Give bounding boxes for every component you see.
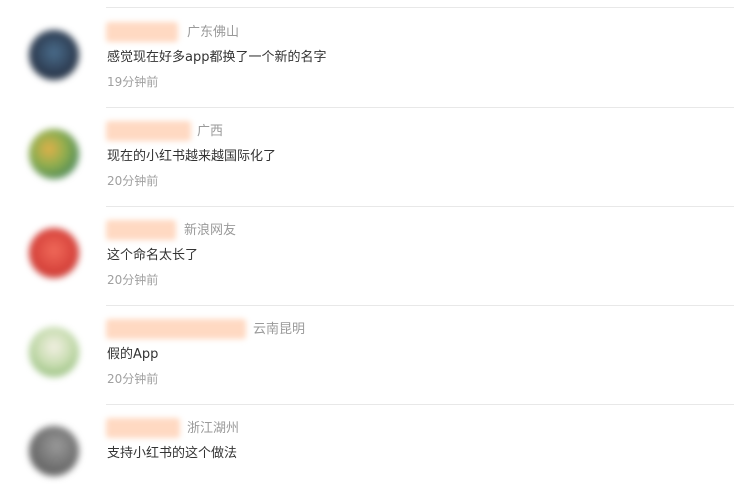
comment-timestamp: 20分钟前 bbox=[107, 273, 159, 287]
avatar[interactable] bbox=[29, 30, 79, 80]
avatar[interactable] bbox=[29, 327, 79, 377]
divider bbox=[106, 7, 734, 8]
comment-timestamp: 20分钟前 bbox=[107, 174, 159, 188]
location-label: 广东佛山 bbox=[187, 25, 240, 40]
comment-item: 广西 现在的小红书越来越国际化了 20分钟前 bbox=[0, 108, 734, 207]
location-label: 新浪网友 bbox=[184, 223, 237, 238]
comment-item: 云南昆明 假的App 20分钟前 bbox=[0, 306, 734, 405]
username-blurred[interactable] bbox=[106, 220, 176, 240]
comment-item: 广东佛山 感觉现在好多app都换了一个新的名字 19分钟前 bbox=[0, 9, 734, 108]
username-blurred[interactable] bbox=[106, 121, 191, 141]
location-label: 浙江湖州 bbox=[187, 421, 240, 436]
avatar[interactable] bbox=[29, 228, 79, 278]
comment-text: 支持小红书的这个做法 bbox=[107, 446, 238, 461]
comment-text: 这个命名太长了 bbox=[107, 248, 199, 263]
username-blurred[interactable] bbox=[106, 319, 246, 339]
username-blurred[interactable] bbox=[106, 418, 180, 438]
comment-text: 假的App bbox=[107, 347, 159, 362]
avatar[interactable] bbox=[29, 426, 79, 476]
comment-text: 现在的小红书越来越国际化了 bbox=[107, 149, 277, 164]
comment-list: 广东佛山 感觉现在好多app都换了一个新的名字 19分钟前 广西 现在的小红书越… bbox=[0, 0, 734, 476]
comment-timestamp: 19分钟前 bbox=[107, 75, 159, 89]
location-label: 云南昆明 bbox=[253, 322, 306, 337]
comment-item: 浙江湖州 支持小红书的这个做法 bbox=[0, 405, 734, 504]
comment-text: 感觉现在好多app都换了一个新的名字 bbox=[107, 50, 327, 65]
comment-item: 新浪网友 这个命名太长了 20分钟前 bbox=[0, 207, 734, 306]
location-label: 广西 bbox=[197, 124, 224, 139]
username-blurred[interactable] bbox=[106, 22, 178, 42]
comment-timestamp: 20分钟前 bbox=[107, 372, 159, 386]
avatar[interactable] bbox=[29, 129, 79, 179]
